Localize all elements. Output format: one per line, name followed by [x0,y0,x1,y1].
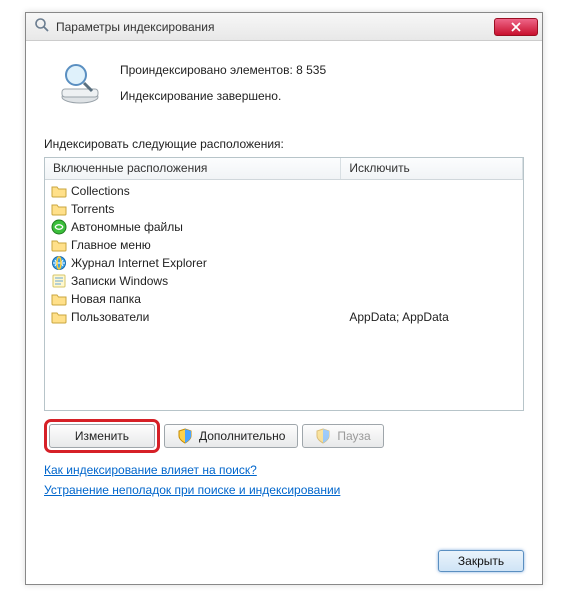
help-links: Как индексирование влияет на поиск? Устр… [44,463,524,503]
shield-icon [315,428,331,444]
search-icon [34,17,50,36]
close-button[interactable]: Закрыть [438,550,524,572]
location-name: Пользователи [71,310,149,324]
folder-icon [51,309,67,325]
folder-icon [51,201,67,217]
list-item[interactable]: Записки Windows [45,272,523,290]
magnifier-drive-icon [56,59,104,107]
close-icon [511,22,521,32]
list-item[interactable]: Журнал Internet Explorer [45,254,523,272]
close-button-label: Закрыть [458,554,504,568]
close-window-button[interactable] [494,18,538,36]
location-name: Журнал Internet Explorer [71,256,207,270]
column-header-excluded[interactable]: Исключить [341,158,523,179]
list-header: Включенные расположения Исключить [45,158,523,180]
location-name: Collections [71,184,130,198]
folder-icon [51,237,67,253]
folder-icon [51,291,67,307]
location-excluded: AppData; AppData [341,310,523,324]
pause-button-label: Пауза [337,429,370,443]
locations-list: Включенные расположения Исключить Collec… [44,157,524,411]
modify-button-label: Изменить [75,429,129,443]
location-name: Новая папка [71,292,141,306]
notes-icon [51,273,67,289]
location-name: Главное меню [71,238,151,252]
offline-icon [51,219,67,235]
locations-section-label: Индексировать следующие расположения: [44,137,524,151]
shield-icon [177,428,193,444]
list-item[interactable]: Torrents [45,200,523,218]
ie-icon [51,255,67,271]
list-item[interactable]: Новая папка [45,290,523,308]
indexed-count-label: Проиндексировано элементов: 8 535 [120,63,326,77]
help-link-indexing[interactable]: Как индексирование влияет на поиск? [44,463,524,477]
pause-button: Пауза [302,424,383,448]
titlebar: Параметры индексирования [26,13,542,41]
indexing-options-window: Параметры индексирования Проиндексирован… [25,12,543,585]
list-item[interactable]: Автономные файлы [45,218,523,236]
help-link-troubleshoot[interactable]: Устранение неполадок при поиске и индекс… [44,483,524,497]
status-panel: Проиндексировано элементов: 8 535 Индекс… [44,55,524,133]
location-name: Torrents [71,202,114,216]
folder-icon [51,183,67,199]
list-item[interactable]: Collections [45,182,523,200]
advanced-button[interactable]: Дополнительно [164,424,298,448]
location-name: Записки Windows [71,274,168,288]
button-row: Изменить Дополнительно Пауза [44,419,524,453]
modify-button-highlight: Изменить [44,419,160,453]
advanced-button-label: Дополнительно [199,429,285,443]
list-item[interactable]: Пользователи AppData; AppData [45,308,523,326]
content-area: Проиндексировано элементов: 8 535 Индекс… [26,41,542,584]
list-item[interactable]: Главное меню [45,236,523,254]
list-body: Collections Torrents Автономные файлы Главн… [45,180,523,410]
indexing-complete-label: Индексирование завершено. [120,89,326,103]
window-title: Параметры индексирования [56,20,494,34]
modify-button[interactable]: Изменить [49,424,155,448]
column-header-included[interactable]: Включенные расположения [45,158,341,179]
location-name: Автономные файлы [71,220,183,234]
dialog-footer: Закрыть [44,540,524,572]
